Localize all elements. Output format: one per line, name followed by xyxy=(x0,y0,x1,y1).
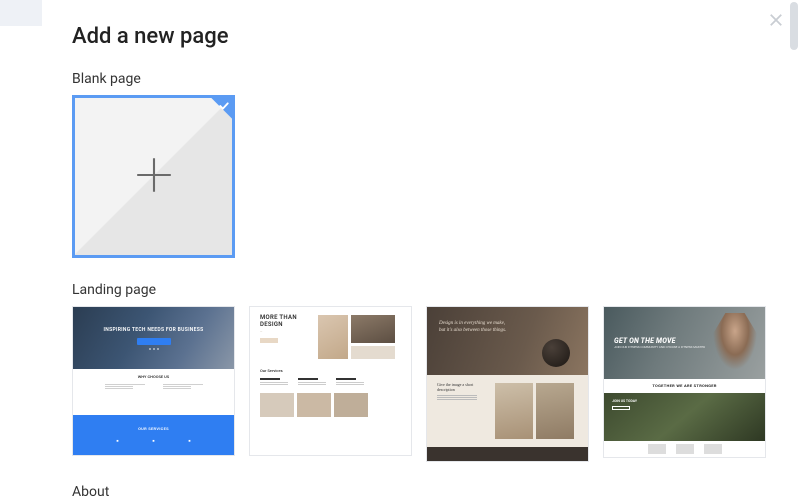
template-hero-sub: JOIN OUR FITNESS COMMUNITY AND CHOOSE A … xyxy=(614,346,705,350)
template-hero-title: INSPIRING TECH NEEDS FOR BUSINESS xyxy=(104,327,204,333)
template-stripe: TOGETHER WE ARE STRONGER xyxy=(604,379,765,393)
template-footer: OUR SERVICES ▪ ▪ ▪ xyxy=(73,415,234,456)
blank-page-card[interactable] xyxy=(72,95,235,258)
template-image xyxy=(334,393,368,417)
template-mid: Give the image a short description xyxy=(427,375,588,447)
selected-badge xyxy=(201,97,233,129)
template-cta xyxy=(260,338,278,343)
template-image xyxy=(318,315,348,359)
template-hero: GET ON THE MOVE JOIN OUR FITNESS COMMUNI… xyxy=(604,307,765,379)
gear-icon: ▪ xyxy=(150,437,158,445)
section-label-landing: Landing page xyxy=(72,282,780,298)
plus-icon xyxy=(133,154,175,200)
template-card-dark[interactable]: Design is in everything we make, but it'… xyxy=(426,306,589,462)
template-hero: INSPIRING TECH NEEDS FOR BUSINESS xyxy=(73,307,234,369)
template-hero-image xyxy=(711,313,759,373)
template-mid: WHY CHOOSE US xyxy=(73,369,234,415)
template-image xyxy=(297,393,331,417)
modal-title: Add a new page xyxy=(72,24,780,49)
landing-templates-row: INSPIRING TECH NEEDS FOR BUSINESS WHY CH… xyxy=(72,306,780,462)
template-mid-title: Give the image a short description xyxy=(437,383,487,393)
scrollbar[interactable] xyxy=(790,2,798,50)
template-hero-text: Design is in everything we make, but it'… xyxy=(439,321,519,334)
template-image xyxy=(536,383,574,439)
template-hero-title: GET ON THE MOVE xyxy=(614,337,705,345)
carousel-dots xyxy=(149,348,159,350)
section-label-about: About xyxy=(72,484,780,500)
template-card-fitness[interactable]: GET ON THE MOVE JOIN OUR FITNESS COMMUNI… xyxy=(603,306,766,458)
template-card-design[interactable]: MORE THAN DESIGN — Our Services xyxy=(249,306,412,456)
cloud-icon: ▪ xyxy=(186,437,194,445)
template-hero: Design is in everything we make, but it'… xyxy=(427,307,588,375)
template-hero-button xyxy=(137,338,171,345)
sidebar-stub xyxy=(0,0,42,26)
template-hero-image xyxy=(542,339,570,367)
template-footer xyxy=(427,447,588,461)
template-image xyxy=(495,383,533,439)
template-title-line2: DESIGN xyxy=(260,322,310,329)
template-card-tech[interactable]: INSPIRING TECH NEEDS FOR BUSINESS WHY CH… xyxy=(72,306,235,456)
template-image xyxy=(351,315,395,343)
template-image xyxy=(351,346,395,359)
user-icon: ▪ xyxy=(114,437,122,445)
template-footer-title: OUR SERVICES xyxy=(138,427,169,432)
template-section: JOIN US TODAY xyxy=(604,393,765,441)
template-section-title: JOIN US TODAY xyxy=(612,399,757,403)
section-label-blank: Blank page xyxy=(72,71,780,87)
add-page-modal: Add a new page Blank page Landing page I… xyxy=(72,24,780,500)
check-icon xyxy=(218,100,230,112)
template-services-label: Our Services xyxy=(260,369,401,374)
template-footer xyxy=(604,441,765,457)
template-cta xyxy=(612,406,630,410)
template-mid-title: WHY CHOOSE US xyxy=(138,375,169,380)
template-subtitle: — xyxy=(260,330,310,334)
template-image xyxy=(260,393,294,417)
